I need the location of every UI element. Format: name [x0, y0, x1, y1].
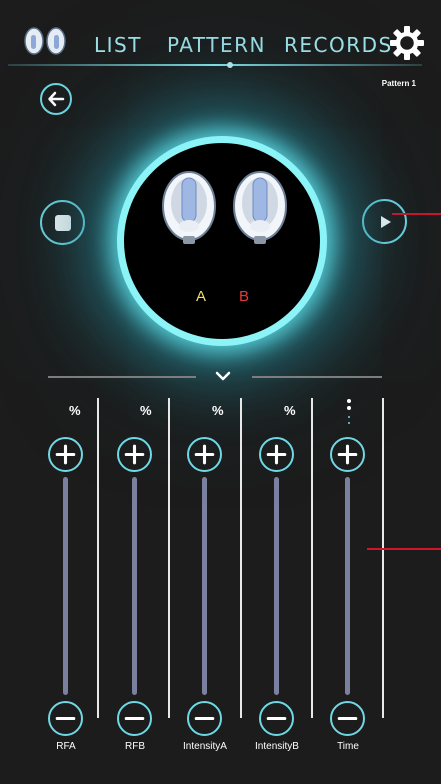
device-b-label: B [239, 288, 250, 305]
earbuds-logo-icon [24, 27, 66, 55]
device-a-image [162, 171, 216, 244]
divider [48, 376, 196, 378]
tab-indicator [8, 62, 422, 68]
pattern-name-label: Pattern 1 [381, 79, 416, 88]
play-icon [380, 215, 391, 228]
stop-button[interactable] [40, 200, 85, 245]
stop-icon [54, 214, 71, 231]
time-label: Time [337, 741, 359, 752]
back-arrow-icon [48, 91, 65, 107]
device-b-image [233, 171, 287, 244]
intensity-b-slider-track[interactable] [274, 477, 279, 695]
intensity-b-unit: % [284, 403, 296, 418]
device-a-label: A [196, 288, 207, 305]
tab-pattern[interactable]: PATTERN [167, 33, 266, 57]
intensity-a-minus-button[interactable] [187, 701, 222, 736]
intensity-b-label: IntensityB [255, 741, 299, 752]
column-separator [382, 398, 384, 718]
intensity-b-minus-button[interactable] [259, 701, 294, 736]
intensity-a-slider-track[interactable] [202, 477, 207, 695]
intensity-a-label: IntensityA [183, 741, 227, 752]
gear-icon[interactable] [390, 26, 424, 60]
chevron-down-icon[interactable] [214, 369, 232, 383]
tab-list[interactable]: LIST [94, 33, 142, 57]
pointer-line [392, 213, 441, 215]
time-minus-button[interactable] [330, 701, 365, 736]
rfb-slider-track[interactable] [132, 477, 137, 695]
intensity-a-plus-button[interactable] [187, 437, 222, 472]
play-button[interactable] [362, 199, 407, 244]
back-button[interactable] [40, 83, 72, 115]
rfa-slider-track[interactable] [63, 477, 68, 695]
time-plus-button[interactable] [330, 437, 365, 472]
rfb-minus-button[interactable] [117, 701, 152, 736]
rfb-label: RFB [125, 741, 145, 752]
intensity-b-plus-button[interactable] [259, 437, 294, 472]
intensity-a-unit: % [212, 403, 224, 418]
device-display [124, 143, 320, 339]
time-unit-dots [347, 399, 351, 424]
rfa-plus-button[interactable] [48, 437, 83, 472]
rfa-label: RFA [56, 741, 76, 752]
rfb-plus-button[interactable] [117, 437, 152, 472]
tab-records[interactable]: RECORDS [284, 33, 393, 57]
column-separator [168, 398, 170, 718]
rfa-minus-button[interactable] [48, 701, 83, 736]
column-separator [240, 398, 242, 718]
column-separator [97, 398, 99, 718]
rfb-unit: % [140, 403, 152, 418]
time-slider-track[interactable] [345, 477, 350, 695]
divider [252, 376, 382, 378]
column-separator [311, 398, 313, 718]
pointer-line [367, 548, 441, 550]
rfa-unit: % [69, 403, 81, 418]
